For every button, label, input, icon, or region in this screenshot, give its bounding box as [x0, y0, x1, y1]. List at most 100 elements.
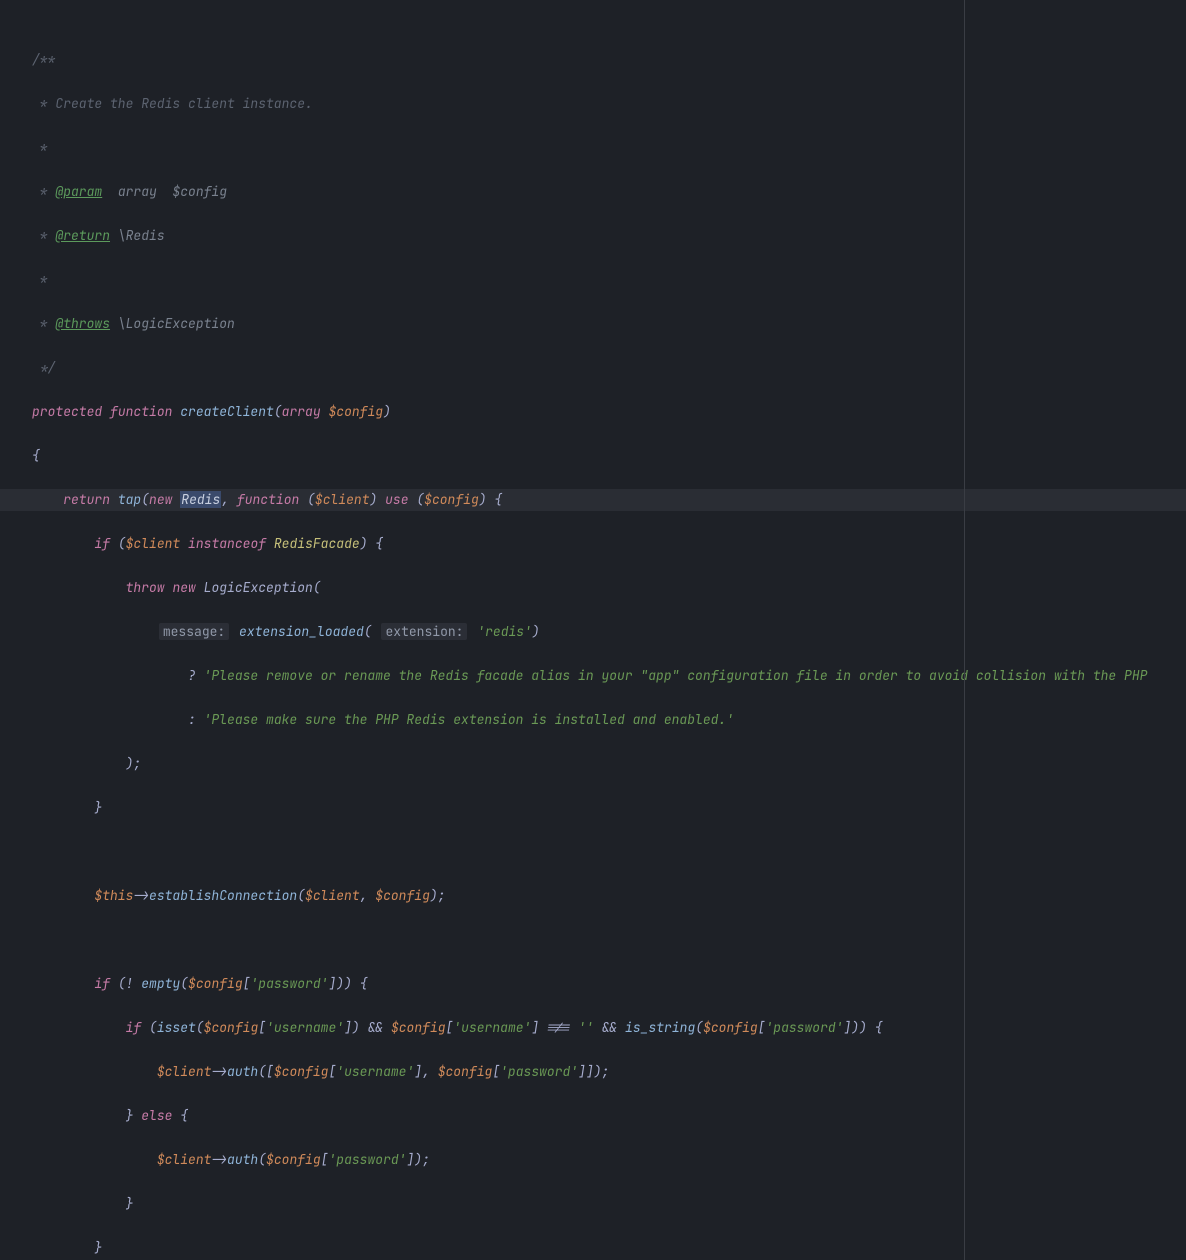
kw-array: array [282, 403, 321, 420]
fn-tap: tap [118, 491, 141, 508]
code-line: } [0, 1193, 1186, 1215]
kw-return: return [63, 491, 110, 508]
code-line: } else { [0, 1105, 1186, 1127]
brace-open: { [32, 447, 40, 464]
var-config: $config [438, 1063, 493, 1080]
kw-use: use [385, 491, 408, 508]
code-line: ? 'Please remove or rename the Redis fac… [0, 665, 1186, 687]
code-line: * Create the Redis client instance. [0, 93, 1186, 115]
code-line: $this->establishConnection($client, $con… [0, 885, 1186, 907]
var-client: $client [157, 1151, 212, 1168]
var-config: $config [424, 491, 479, 508]
code-line: * @param array $config [0, 181, 1186, 203]
fn-isset: isset [157, 1019, 196, 1036]
code-editor[interactable]: /** * Create the Redis client instance. … [0, 0, 1186, 1260]
brace-close: } [94, 799, 102, 816]
code-line: * [0, 137, 1186, 159]
str-password: 'password' [328, 1151, 406, 1168]
doc-close: */ [32, 359, 55, 376]
doc-line: * [32, 139, 48, 156]
brace-close: } [94, 1239, 102, 1256]
str-password: 'password' [500, 1063, 578, 1080]
fn-establishconnection: establishConnection [149, 887, 297, 904]
var-config: $config [188, 975, 243, 992]
doc-param-tag: @param [55, 183, 102, 200]
brace-close: } [126, 1195, 134, 1212]
fn-auth: auth [227, 1063, 258, 1080]
var-config: $config [204, 1019, 259, 1036]
doc-line: * Create the Redis client instance. [32, 95, 313, 112]
fn-is-string: is_string [625, 1019, 695, 1036]
kw-if: if [94, 535, 110, 552]
code-line: } [0, 797, 1186, 819]
var-config: $config [703, 1019, 758, 1036]
code-line: * [0, 269, 1186, 291]
fn-name: createClient [180, 403, 274, 420]
code-line: if (isset($config['username']) && $confi… [0, 1017, 1186, 1039]
str-password: 'password' [765, 1019, 843, 1036]
str-username: 'username' [453, 1019, 531, 1036]
ruler-line [964, 0, 965, 1260]
str-msg1: 'Please remove or rename the Redis facad… [204, 667, 1156, 684]
var-config: $config [375, 887, 430, 904]
code-line: $client->auth($config['password']); [0, 1149, 1186, 1171]
code-line-highlighted: return tap(new Redis, function ($client)… [0, 489, 1186, 511]
var-config: $config [328, 403, 383, 420]
doc-throws-type: \LogicException [110, 315, 235, 332]
selected-text: Redis [180, 491, 221, 508]
code-line: /** [0, 49, 1186, 71]
code-line: if ($client instanceof RedisFacade) { [0, 533, 1186, 555]
kw-new: new [172, 579, 195, 596]
code-line [0, 841, 1186, 863]
var-this: $this [94, 887, 133, 904]
class-logicexception: LogicException [204, 579, 313, 596]
str-password: 'password' [250, 975, 328, 992]
kw-throw: throw [126, 579, 165, 596]
str-msg2: 'Please make sure the PHP Redis extensio… [204, 711, 734, 728]
code-line: ); [0, 753, 1186, 775]
str-username: 'username' [336, 1063, 414, 1080]
kw-instanceof: instanceof [188, 535, 266, 552]
kw-if: if [94, 975, 110, 992]
fn-auth: auth [227, 1151, 258, 1168]
var-client: $client [157, 1063, 212, 1080]
code-line: throw new LogicException( [0, 577, 1186, 599]
str-redis: 'redis' [477, 623, 532, 640]
var-client: $client [315, 491, 370, 508]
code-line: if (! empty($config['password'])) { [0, 973, 1186, 995]
code-line: */ [0, 357, 1186, 379]
code-line: message: extension_loaded( extension: 'r… [0, 621, 1186, 643]
doc-open: /** [32, 51, 55, 68]
doc-return-tag: @return [55, 227, 110, 244]
doc-param-var: $config [172, 183, 227, 200]
var-config: $config [266, 1151, 321, 1168]
code-line: } [0, 1237, 1186, 1259]
doc-param-type: array [102, 183, 172, 200]
kw-if: if [126, 1019, 142, 1036]
var-config: $config [391, 1019, 446, 1036]
kw-else: else [141, 1107, 172, 1124]
var-client: $client [305, 887, 360, 904]
kw-function: function [237, 491, 299, 508]
doc-return-type: \Redis [110, 227, 165, 244]
code-line: * @return \Redis [0, 225, 1186, 247]
fn-extension-loaded: extension_loaded [239, 623, 364, 640]
var-client: $client [126, 535, 181, 552]
param-hint-message: message: [159, 623, 229, 640]
str-username: 'username' [266, 1019, 344, 1036]
code-line: $client->auth([$config['username'], $con… [0, 1061, 1186, 1083]
kw-new: new [149, 491, 172, 508]
var-config: $config [274, 1063, 329, 1080]
kw-protected: protected [32, 403, 102, 420]
doc-line: * [32, 271, 48, 288]
doc-throws-tag: @throws [55, 315, 110, 332]
code-line: * @throws \LogicException [0, 313, 1186, 335]
fn-empty: empty [141, 975, 180, 992]
code-line [0, 929, 1186, 951]
str-empty: '' [578, 1019, 594, 1036]
kw-function: function [110, 403, 172, 420]
class-redisfacade: RedisFacade [274, 535, 360, 552]
code-line: protected function createClient(array $c… [0, 401, 1186, 423]
code-line: { [0, 445, 1186, 467]
code-line: : 'Please make sure the PHP Redis extens… [0, 709, 1186, 731]
